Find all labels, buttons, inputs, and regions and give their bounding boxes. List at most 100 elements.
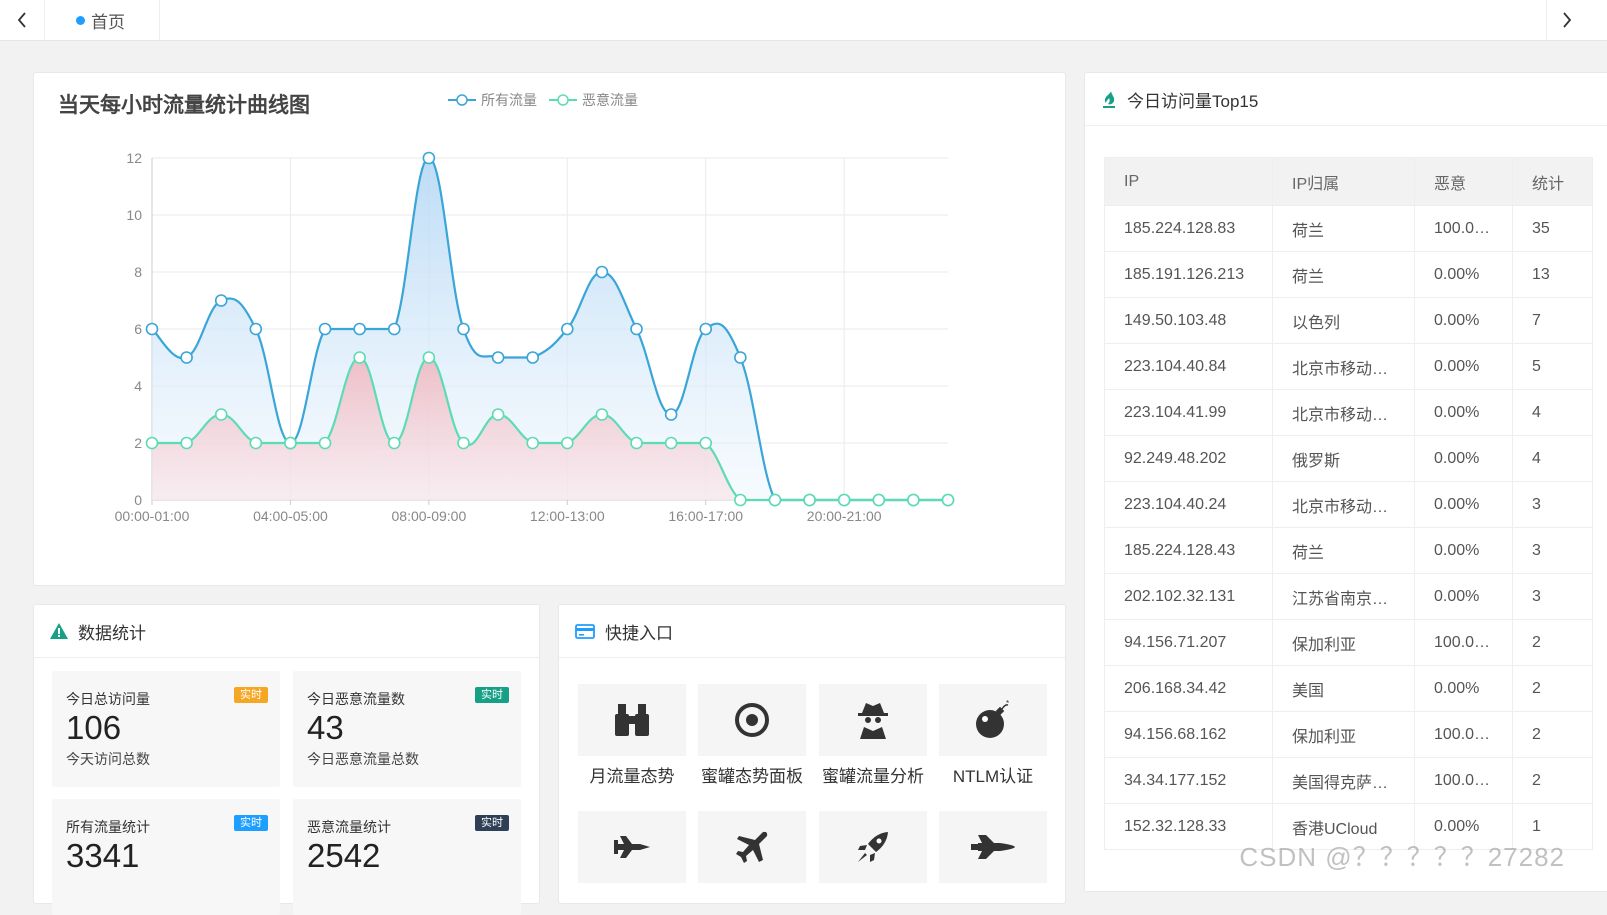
cell-count: 2 — [1512, 711, 1593, 758]
malicious-traffic-point — [803, 493, 816, 507]
table-row[interactable]: 223.104.40.24 北京市移动… 0.00% 3 — [1104, 481, 1593, 528]
table-row[interactable]: 223.104.40.84 北京市移动… 0.00% 5 — [1104, 343, 1593, 390]
table-row[interactable]: 185.224.128.83 荷兰 100.0… 35 — [1104, 205, 1593, 252]
data-stats-header: 数据统计 — [34, 605, 539, 658]
stat-subtitle: 今日恶意流量总数 — [307, 751, 419, 767]
cell-ip: 94.156.71.207 — [1104, 619, 1273, 666]
cell-location: 北京市移动… — [1272, 343, 1415, 390]
cell-malicious: 100.0… — [1414, 757, 1513, 804]
y-tick-label: 12 — [126, 150, 142, 166]
target-icon[interactable] — [698, 684, 806, 756]
watermark: CSDN @？？？？？27282 — [1239, 842, 1565, 872]
malicious-traffic-point — [145, 436, 159, 450]
stat-label: 所有流量统计 — [66, 819, 150, 835]
malicious-traffic-point — [768, 493, 782, 507]
stat-label: 今日总访问量 — [66, 691, 150, 707]
chart-title: 当天每小时流量统计曲线图 — [58, 94, 310, 117]
all-traffic-point — [214, 294, 228, 307]
column-header-count[interactable]: 统计 — [1512, 157, 1593, 206]
all-traffic-point — [249, 322, 263, 336]
column-header-ip[interactable]: IP — [1104, 157, 1273, 206]
stat-malicious-traffic[interactable]: 恶意流量统计 实时 2542 — [293, 799, 521, 915]
tab-home[interactable]: 首页 — [46, 0, 160, 40]
cell-ip: 223.104.40.24 — [1104, 481, 1273, 528]
cell-ip: 92.249.48.202 — [1104, 435, 1273, 482]
space-shuttle-icon[interactable] — [939, 811, 1047, 883]
data-stats-title: 数据统计 — [78, 623, 146, 643]
table-row[interactable]: 223.104.41.99 北京市移动… 0.00% 4 — [1104, 389, 1593, 436]
table-row[interactable]: 149.50.103.48 以色列 0.00% 7 — [1104, 297, 1593, 344]
binoculars-icon[interactable] — [578, 684, 686, 756]
fighter-jet-icon[interactable] — [578, 811, 686, 883]
cell-count: 4 — [1512, 435, 1593, 482]
table-row[interactable]: 92.249.48.202 俄罗斯 0.00% 4 — [1104, 435, 1593, 482]
cell-malicious: 0.00% — [1414, 343, 1513, 390]
y-tick-label: 6 — [134, 321, 142, 337]
x-tick-label: 00:00-01:00 — [115, 508, 190, 524]
tab-scroll-left-button[interactable] — [0, 0, 45, 40]
quick-ntlm-auth[interactable]: * NTLM认证 — [939, 684, 1047, 787]
all-traffic-point — [526, 351, 539, 364]
legend-all-traffic-label: 所有流量 — [481, 92, 537, 108]
cell-location: 保加利亚 — [1272, 619, 1415, 666]
quick-item-6[interactable] — [698, 811, 806, 883]
cell-ip: 223.104.41.99 — [1104, 389, 1273, 436]
table-row[interactable]: 34.34.177.152 美国得克萨… 100.0… 2 — [1104, 757, 1593, 804]
all-traffic-point — [699, 322, 713, 336]
all-traffic-point — [180, 351, 193, 364]
stat-value: 3341 — [66, 837, 140, 874]
cell-count: 5 — [1512, 343, 1593, 390]
stat-today-malicious[interactable]: 今日恶意流量数 实时 43 今日恶意流量总数 — [293, 671, 521, 787]
data-stats-card: 数据统计 今日总访问量 实时 106 今天访问总数 今日恶意流量数 实时 43 … — [33, 604, 540, 915]
x-tick-label: 08:00-09:00 — [392, 508, 467, 524]
quick-honeypot-analysis[interactable]: 蜜罐流量分析 — [819, 684, 927, 787]
tab-scroll-right-button[interactable] — [1546, 0, 1587, 40]
all-traffic-point — [734, 351, 747, 364]
malicious-traffic-point — [491, 408, 505, 421]
table-row[interactable]: 202.102.32.131 江苏省南京… 0.00% 3 — [1104, 573, 1593, 620]
quick-honeypot-dashboard[interactable]: 蜜罐态势面板 — [698, 684, 806, 787]
quick-access-card: 快捷入口 月流量态势 蜜罐态势面板 蜜罐流量分析 * NTLM认证 — [558, 604, 1066, 904]
cell-location: 美国 — [1272, 665, 1415, 712]
all-traffic-point — [318, 322, 332, 336]
malicious-traffic-point — [699, 436, 713, 450]
stat-today-visits[interactable]: 今日总访问量 实时 106 今天访问总数 — [52, 671, 280, 787]
spy-icon[interactable] — [819, 684, 927, 756]
top15-title: 今日访问量Top15 — [1127, 91, 1259, 111]
legend-malicious-traffic[interactable]: 恶意流量 — [549, 90, 638, 110]
rocket-icon[interactable] — [819, 811, 927, 883]
y-tick-label: 8 — [134, 264, 142, 280]
table-row[interactable]: 94.156.68.162 保加利亚 100.0… 2 — [1104, 711, 1593, 758]
quick-item-5[interactable] — [578, 811, 686, 883]
legend-all-traffic-symbol — [448, 94, 476, 106]
quick-monthly-traffic[interactable]: 月流量态势 — [578, 684, 686, 787]
all-traffic-point — [664, 408, 678, 421]
column-header-location[interactable]: IP归属 — [1272, 157, 1415, 206]
cell-malicious: 0.00% — [1414, 527, 1513, 574]
y-tick-label: 0 — [134, 492, 142, 508]
quick-item-8[interactable] — [939, 811, 1047, 883]
legend-malicious-traffic-label: 恶意流量 — [582, 92, 638, 108]
credit-card-icon — [575, 623, 595, 639]
table-row[interactable]: 94.156.71.207 保加利亚 100.0… 2 — [1104, 619, 1593, 666]
plane-icon[interactable] — [698, 811, 806, 883]
table-row[interactable]: 206.168.34.42 美国 0.00% 2 — [1104, 665, 1593, 712]
quick-label: 蜜罐态势面板 — [701, 767, 803, 786]
quick-item-7[interactable] — [819, 811, 927, 883]
legend-all-traffic[interactable]: 所有流量 — [448, 90, 537, 110]
cell-location: 江苏省南京… — [1272, 573, 1415, 620]
column-header-malicious[interactable]: 恶意 — [1414, 157, 1513, 206]
chevron-left-icon — [17, 12, 26, 28]
stat-value: 106 — [66, 709, 122, 746]
legend-malicious-traffic-symbol — [549, 94, 577, 106]
table-row[interactable]: 185.224.128.43 荷兰 0.00% 3 — [1104, 527, 1593, 574]
table-row[interactable]: 185.191.126.213 荷兰 0.00% 13 — [1104, 251, 1593, 298]
cell-ip: 206.168.34.42 — [1104, 665, 1273, 712]
chevron-right-icon — [1563, 12, 1572, 28]
malicious-traffic-point — [872, 493, 886, 507]
bomb-icon[interactable]: * — [939, 684, 1047, 756]
cell-count: 3 — [1512, 573, 1593, 620]
cell-malicious: 0.00% — [1414, 297, 1513, 344]
stat-all-traffic[interactable]: 所有流量统计 实时 3341 — [52, 799, 280, 915]
cell-location: 北京市移动… — [1272, 389, 1415, 436]
